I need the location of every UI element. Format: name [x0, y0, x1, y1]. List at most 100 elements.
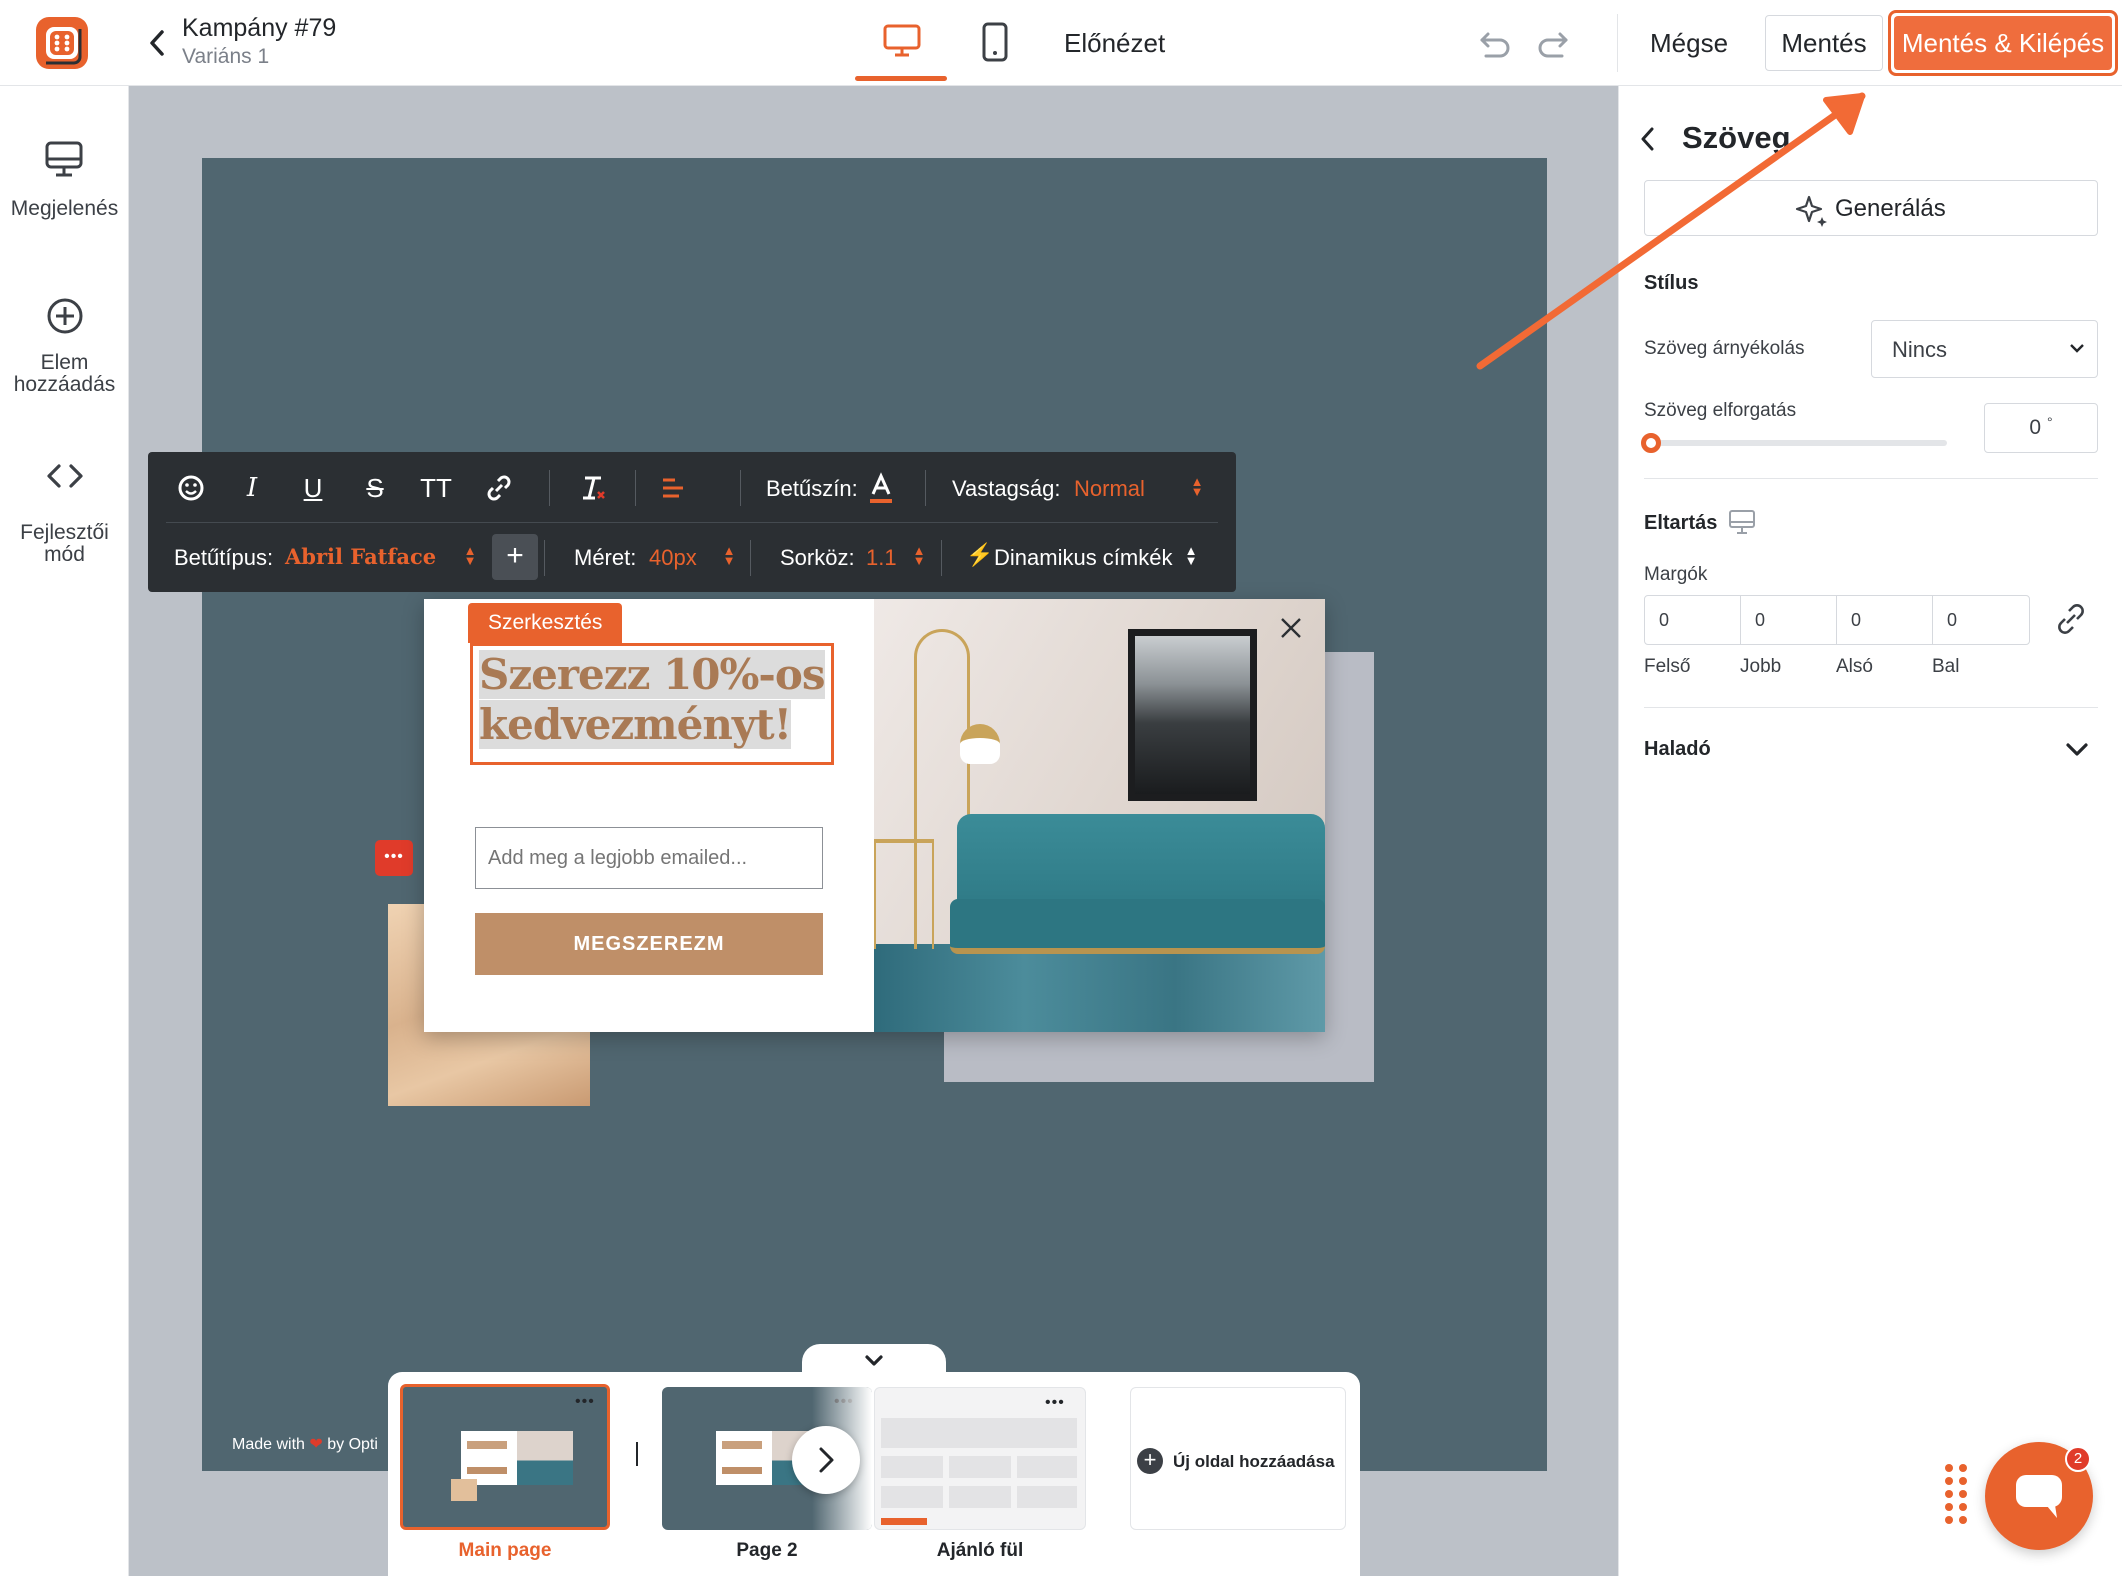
cta-button[interactable]: MEGSZEREZM: [475, 913, 823, 975]
emoji-icon[interactable]: [171, 468, 211, 508]
chat-widget-button[interactable]: 2: [1985, 1442, 2093, 1550]
save-label: Mentés: [1781, 28, 1867, 58]
save-exit-button[interactable]: Mentés & Kilépés: [1888, 10, 2118, 76]
dynamic-tags-button[interactable]: Dinamikus címkék: [994, 545, 1172, 571]
add-page-button[interactable]: + Új oldal hozzáadása: [1130, 1387, 1346, 1530]
toolbar-divider: [941, 540, 942, 576]
margin-left-input[interactable]: 0: [1933, 596, 2029, 644]
dynamic-tags-stepper-icon[interactable]: ▲ ▼: [1184, 544, 1198, 567]
add-page-label: Új oldal hozzáadása: [1173, 1452, 1335, 1471]
italic-icon[interactable]: I: [232, 468, 272, 508]
underline-icon[interactable]: U: [293, 468, 333, 508]
text-transform-button[interactable]: TT: [411, 468, 461, 508]
popup-container[interactable]: Szerkesztés Szerezz 10%-os kedvezményt! …: [424, 599, 1325, 1032]
tutorial-arrow-icon: [1476, 92, 1866, 370]
grid-dots-icon[interactable]: [1943, 1462, 1971, 1526]
floor: [874, 944, 1325, 1032]
active-view-indicator: [855, 76, 947, 81]
margin-left-label: Bal: [1932, 656, 1960, 677]
heart-icon: ❤: [309, 1436, 323, 1453]
line-height-label: Sorköz:: [780, 545, 855, 570]
sidebar-item-label: hozzáadás: [13, 373, 116, 396]
toolbar-divider: [750, 540, 751, 576]
cancel-button[interactable]: Mégse: [1650, 28, 1728, 59]
made-with-text: Made with: [232, 1436, 305, 1453]
preview-button[interactable]: Előnézet: [1064, 28, 1165, 59]
page-options-icon[interactable]: •••: [1045, 1394, 1065, 1412]
rotation-slider-track[interactable]: [1641, 433, 1947, 453]
plus-circle-filled-icon: +: [1137, 1448, 1163, 1474]
toolbar-divider: [544, 540, 545, 576]
sidebar-item-appearance[interactable]: Megjelenés: [0, 136, 129, 236]
section-divider: [1644, 478, 2098, 479]
room-image[interactable]: [874, 599, 1325, 1032]
desktop-icon: [883, 24, 921, 58]
variant-name[interactable]: Variáns 1: [182, 45, 269, 69]
thumb-teaser-block: [881, 1486, 943, 1508]
line-height-select[interactable]: 1.1: [866, 545, 897, 571]
font-color-icon[interactable]: [866, 468, 896, 508]
align-left-icon[interactable]: [653, 468, 693, 508]
font-family-select[interactable]: Abril Fatface: [285, 544, 436, 569]
sidebar-item-label: Fejlesztői: [20, 521, 109, 544]
margin-right-input[interactable]: 0: [1741, 596, 1837, 644]
margin-top-label: Felső: [1644, 656, 1691, 677]
redo-icon[interactable]: [1536, 26, 1570, 60]
sidebar-item-label: Elem: [40, 351, 89, 374]
scroll-next-button[interactable]: [792, 1426, 860, 1494]
back-arrow-icon[interactable]: [144, 26, 170, 60]
shadow-select[interactable]: Nincs: [1871, 320, 2098, 378]
sidebar-item-add-element[interactable]: Elem hozzáadás: [0, 296, 129, 416]
margin-bottom-input[interactable]: 0: [1837, 596, 1933, 644]
email-input[interactable]: [475, 827, 823, 889]
lightning-icon: ⚡: [966, 542, 994, 567]
margin-bottom-label: Alsó: [1836, 656, 1873, 677]
page-label: Page 2: [736, 1540, 798, 1561]
page-thumb-teaser[interactable]: •••: [874, 1387, 1086, 1530]
campaign-title: Kampány #79: [182, 14, 337, 42]
font-color-label: Betűszín:: [766, 476, 858, 501]
desktop-view-button[interactable]: [855, 18, 947, 84]
sidebar-item-label: Megjelenés: [10, 197, 119, 220]
lamp-shade: [960, 724, 1000, 764]
size-select[interactable]: 40px: [649, 545, 697, 571]
line-height-stepper-icon[interactable]: ▲ ▼: [912, 544, 926, 567]
font-family-stepper-icon[interactable]: ▲ ▼: [463, 544, 477, 567]
weight-select[interactable]: Normal: [1074, 476, 1145, 502]
spacing-section-title: Eltartás: [1644, 512, 1718, 534]
add-font-button[interactable]: +: [492, 534, 538, 580]
toolbar-divider: [549, 470, 550, 506]
toolbar-divider: [925, 470, 926, 506]
sidebar-item-dev-mode[interactable]: Fejlesztői mód: [0, 456, 129, 576]
margin-top-input[interactable]: 0: [1645, 596, 1741, 644]
save-button[interactable]: Mentés: [1765, 15, 1883, 71]
clear-format-icon[interactable]: [573, 468, 613, 508]
headline-selection[interactable]: Szerezz 10%-os kedvezményt!: [470, 643, 834, 765]
page-label: Main page: [458, 1540, 552, 1561]
rotation-input[interactable]: 0 °: [1984, 403, 2098, 453]
section-divider: [1644, 707, 2098, 708]
page-options-icon[interactable]: •••: [575, 1393, 595, 1411]
close-icon[interactable]: [1278, 615, 1304, 641]
rotation-slider-handle[interactable]: [1641, 433, 1661, 453]
mobile-view-button[interactable]: [976, 22, 1012, 62]
weight-stepper-icon[interactable]: ▲ ▼: [1190, 475, 1204, 498]
thumb-teaser-tab: [881, 1518, 927, 1525]
top-bar: Kampány #79 Variáns 1 Előnézet Mégse Men…: [0, 0, 2122, 86]
plus-circle-icon: [45, 296, 85, 336]
link-icon[interactable]: [479, 468, 519, 508]
rotation-label: Szöveg elforgatás: [1644, 400, 1797, 421]
page-thumb-main[interactable]: •••: [400, 1384, 610, 1530]
link-margins-icon[interactable]: [2052, 600, 2090, 638]
left-sidebar: Megjelenés Elem hozzáadás Fejlesztői mód: [0, 86, 129, 1576]
undo-icon[interactable]: [1478, 26, 1512, 60]
advanced-section-toggle[interactable]: Haladó: [1644, 734, 2098, 770]
thumb-teaser-block: [1017, 1456, 1077, 1478]
app-logo[interactable]: [36, 17, 88, 69]
element-options-badge[interactable]: •••: [375, 840, 413, 876]
size-stepper-icon[interactable]: ▲ ▼: [722, 544, 736, 567]
strikethrough-icon[interactable]: S: [355, 468, 395, 508]
made-with-credit[interactable]: Made with ❤ by Opti: [232, 1434, 378, 1454]
weight-label: Vastagság:: [952, 476, 1061, 501]
chat-unread-badge: 2: [2065, 1446, 2091, 1472]
